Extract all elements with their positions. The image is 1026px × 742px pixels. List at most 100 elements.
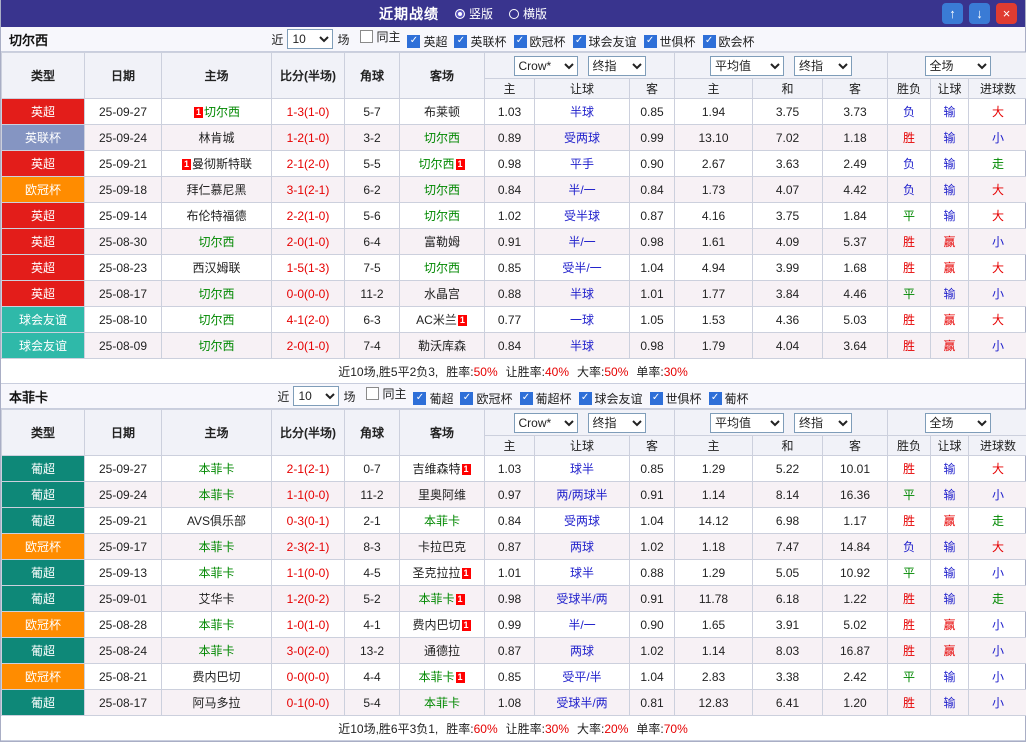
away-team[interactable]: 勒沃库森 — [400, 333, 485, 359]
match-score: 2-0(1-0) — [272, 333, 345, 359]
corner-count: 11-2 — [345, 281, 400, 307]
team-section: 本菲卡 近 10 场 同主✓葡超✓欧冠杯✓葡超杯✓球会友谊✓世俱杯✓葡杯 类型 … — [1, 384, 1025, 741]
home-team[interactable]: 拜仁慕尼黑 — [162, 177, 272, 203]
filter-check-league[interactable]: ✓葡超 — [413, 390, 453, 407]
result-wdl: 胜 — [888, 638, 931, 664]
avg-time-select[interactable]: 终指 — [794, 56, 852, 76]
home-team[interactable]: AVS俱乐部 — [162, 508, 272, 534]
corner-count: 4-5 — [345, 560, 400, 586]
filter-check-league[interactable]: ✓世俱杯 — [650, 390, 702, 407]
away-team[interactable]: 卡拉巴克 — [400, 534, 485, 560]
filter-check-league[interactable]: ✓欧冠杯 — [460, 390, 512, 407]
away-team[interactable]: AC米兰1 — [400, 307, 485, 333]
filter-check-same-home[interactable]: 同主 — [360, 28, 400, 45]
checkbox-checked-icon: ✓ — [520, 392, 533, 405]
away-team[interactable]: 切尔西 — [400, 255, 485, 281]
home-team-name: 艾华卡 — [198, 592, 234, 606]
result-goals: 小 — [969, 612, 1026, 638]
odds-time-select[interactable]: 终指 — [588, 56, 646, 76]
scope-select[interactable]: 全场 — [925, 413, 991, 433]
home-team[interactable]: 林肯城 — [162, 125, 272, 151]
avg-home: 2.67 — [675, 151, 753, 177]
avg-odds-select[interactable]: 平均值 — [710, 413, 784, 433]
away-team-name: 吉维森特 — [412, 462, 460, 476]
filter-check-same-home[interactable]: 同主 — [366, 385, 406, 402]
match-score: 4-1(2-0) — [272, 307, 345, 333]
filter-check-league[interactable]: ✓球会友谊 — [579, 390, 643, 407]
result-goals: 小 — [969, 638, 1026, 664]
radio-vertical-layout[interactable]: 竖版 — [455, 5, 493, 22]
odds-time-select[interactable]: 终指 — [588, 413, 646, 433]
home-team[interactable]: 阿马多拉 — [162, 690, 272, 716]
avg-home: 12.83 — [675, 690, 753, 716]
odds-source-select[interactable]: Crow* — [514, 56, 578, 76]
filter-check-league[interactable]: ✓球会友谊 — [573, 33, 637, 50]
avg-odds-group: 平均值 终指 — [675, 53, 888, 79]
move-down-button[interactable]: ↓ — [969, 3, 990, 24]
home-team[interactable]: 本菲卡 — [162, 534, 272, 560]
avg-odds-select[interactable]: 平均值 — [710, 56, 784, 76]
home-team[interactable]: 费内巴切 — [162, 664, 272, 690]
filter-check-league[interactable]: ✓葡超杯 — [520, 390, 572, 407]
filter-check-league[interactable]: ✓葡杯 — [709, 390, 749, 407]
move-up-button[interactable]: ↑ — [942, 3, 963, 24]
away-team[interactable]: 本菲卡 — [400, 690, 485, 716]
summary-stat: 单率:70% — [636, 720, 687, 737]
away-team[interactable]: 通德拉 — [400, 638, 485, 664]
home-team[interactable]: 艾华卡 — [162, 586, 272, 612]
odds-source-select[interactable]: Crow* — [514, 413, 578, 433]
avg-time-select[interactable]: 终指 — [794, 413, 852, 433]
filter-check-league[interactable]: ✓英联杯 — [454, 33, 506, 50]
near-label: 近 — [277, 388, 289, 405]
red-card-badge: 1 — [462, 568, 471, 579]
away-team[interactable]: 里奥阿维 — [400, 482, 485, 508]
filter-check-league[interactable]: ✓英超 — [407, 33, 447, 50]
away-team[interactable]: 切尔西 — [400, 203, 485, 229]
filter-check-league[interactable]: ✓世俱杯 — [644, 33, 696, 50]
away-team[interactable]: 本菲卡1 — [400, 586, 485, 612]
home-team[interactable]: 本菲卡 — [162, 612, 272, 638]
home-team[interactable]: 本菲卡 — [162, 482, 272, 508]
avg-away: 1.20 — [823, 690, 888, 716]
away-team[interactable]: 本菲卡 — [400, 508, 485, 534]
away-team[interactable]: 切尔西 — [400, 177, 485, 203]
home-team[interactable]: 1切尔西 — [162, 99, 272, 125]
home-team[interactable]: 本菲卡 — [162, 638, 272, 664]
away-team[interactable]: 圣克拉拉1 — [400, 560, 485, 586]
match-count-select[interactable]: 10 — [293, 386, 339, 406]
away-team[interactable]: 富勒姆 — [400, 229, 485, 255]
away-team[interactable]: 水晶宫 — [400, 281, 485, 307]
home-team[interactable]: 布伦特福德 — [162, 203, 272, 229]
odds-home: 1.02 — [485, 203, 535, 229]
scope-select[interactable]: 全场 — [925, 56, 991, 76]
away-team[interactable]: 本菲卡1 — [400, 664, 485, 690]
home-team[interactable]: 切尔西 — [162, 307, 272, 333]
home-team[interactable]: 1曼彻斯特联 — [162, 151, 272, 177]
home-team[interactable]: 西汉姆联 — [162, 255, 272, 281]
odds-away: 0.90 — [630, 151, 675, 177]
away-team[interactable]: 费内巴切1 — [400, 612, 485, 638]
close-button[interactable]: × — [996, 3, 1017, 24]
home-team[interactable]: 本菲卡 — [162, 560, 272, 586]
match-score: 1-1(0-0) — [272, 560, 345, 586]
home-team[interactable]: 切尔西 — [162, 333, 272, 359]
away-team[interactable]: 切尔西 — [400, 125, 485, 151]
odds-away: 1.04 — [630, 664, 675, 690]
away-team[interactable]: 布莱顿 — [400, 99, 485, 125]
filter-check-league[interactable]: ✓欧会杯 — [703, 33, 755, 50]
match-row: 葡超25-09-24本菲卡1-1(0-0)11-2里奥阿维0.97两/两球半0.… — [2, 482, 1026, 508]
home-team[interactable]: 本菲卡 — [162, 456, 272, 482]
col-odds-home: 主 — [485, 79, 535, 99]
match-count-select[interactable]: 10 — [287, 29, 333, 49]
result-handicap: 输 — [931, 151, 969, 177]
result-wdl: 负 — [888, 177, 931, 203]
radio-horizontal-layout[interactable]: 横版 — [509, 5, 547, 22]
home-team[interactable]: 切尔西 — [162, 229, 272, 255]
away-team[interactable]: 切尔西1 — [400, 151, 485, 177]
odds-handicap: 两球 — [535, 638, 630, 664]
filter-check-league[interactable]: ✓欧冠杯 — [514, 33, 566, 50]
away-team[interactable]: 吉维森特1 — [400, 456, 485, 482]
home-team[interactable]: 切尔西 — [162, 281, 272, 307]
col-odds-away: 客 — [630, 79, 675, 99]
match-score: 1-5(1-3) — [272, 255, 345, 281]
